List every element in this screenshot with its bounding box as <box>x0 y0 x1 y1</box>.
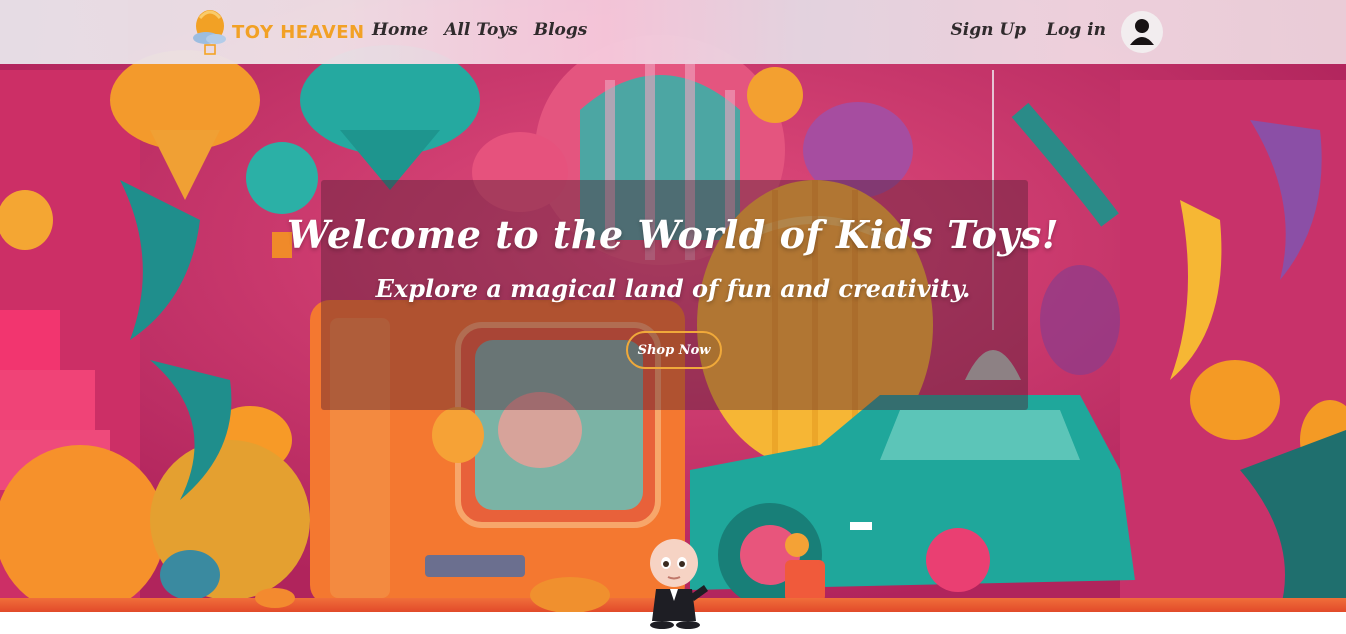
auth-links: Sign Up Log in <box>950 20 1106 40</box>
shop-now-button[interactable]: Shop Now <box>626 331 722 369</box>
baby-character-image <box>650 539 708 629</box>
nav-all-toys[interactable]: All Toys <box>444 20 518 40</box>
top-navbar: TOY HEAVEN Home All Toys Blogs Sign Up L… <box>0 0 1346 64</box>
hero-subtitle: Explore a magical land of fun and creati… <box>375 274 971 303</box>
hot-air-balloon-logo-icon <box>193 10 226 55</box>
primary-nav: Home All Toys Blogs <box>372 20 587 40</box>
log-in-link[interactable]: Log in <box>1046 20 1106 40</box>
nav-home[interactable]: Home <box>372 20 428 40</box>
hero-title: Welcome to the World of Kids Toys! <box>286 212 1060 257</box>
user-avatar-icon <box>1130 19 1154 45</box>
sign-up-link[interactable]: Sign Up <box>950 20 1026 40</box>
user-avatar[interactable] <box>1121 11 1163 53</box>
brand-link[interactable]: TOY HEAVEN <box>186 8 365 56</box>
nav-blogs[interactable]: Blogs <box>534 20 588 40</box>
brand-name: TOY HEAVEN <box>232 21 365 43</box>
